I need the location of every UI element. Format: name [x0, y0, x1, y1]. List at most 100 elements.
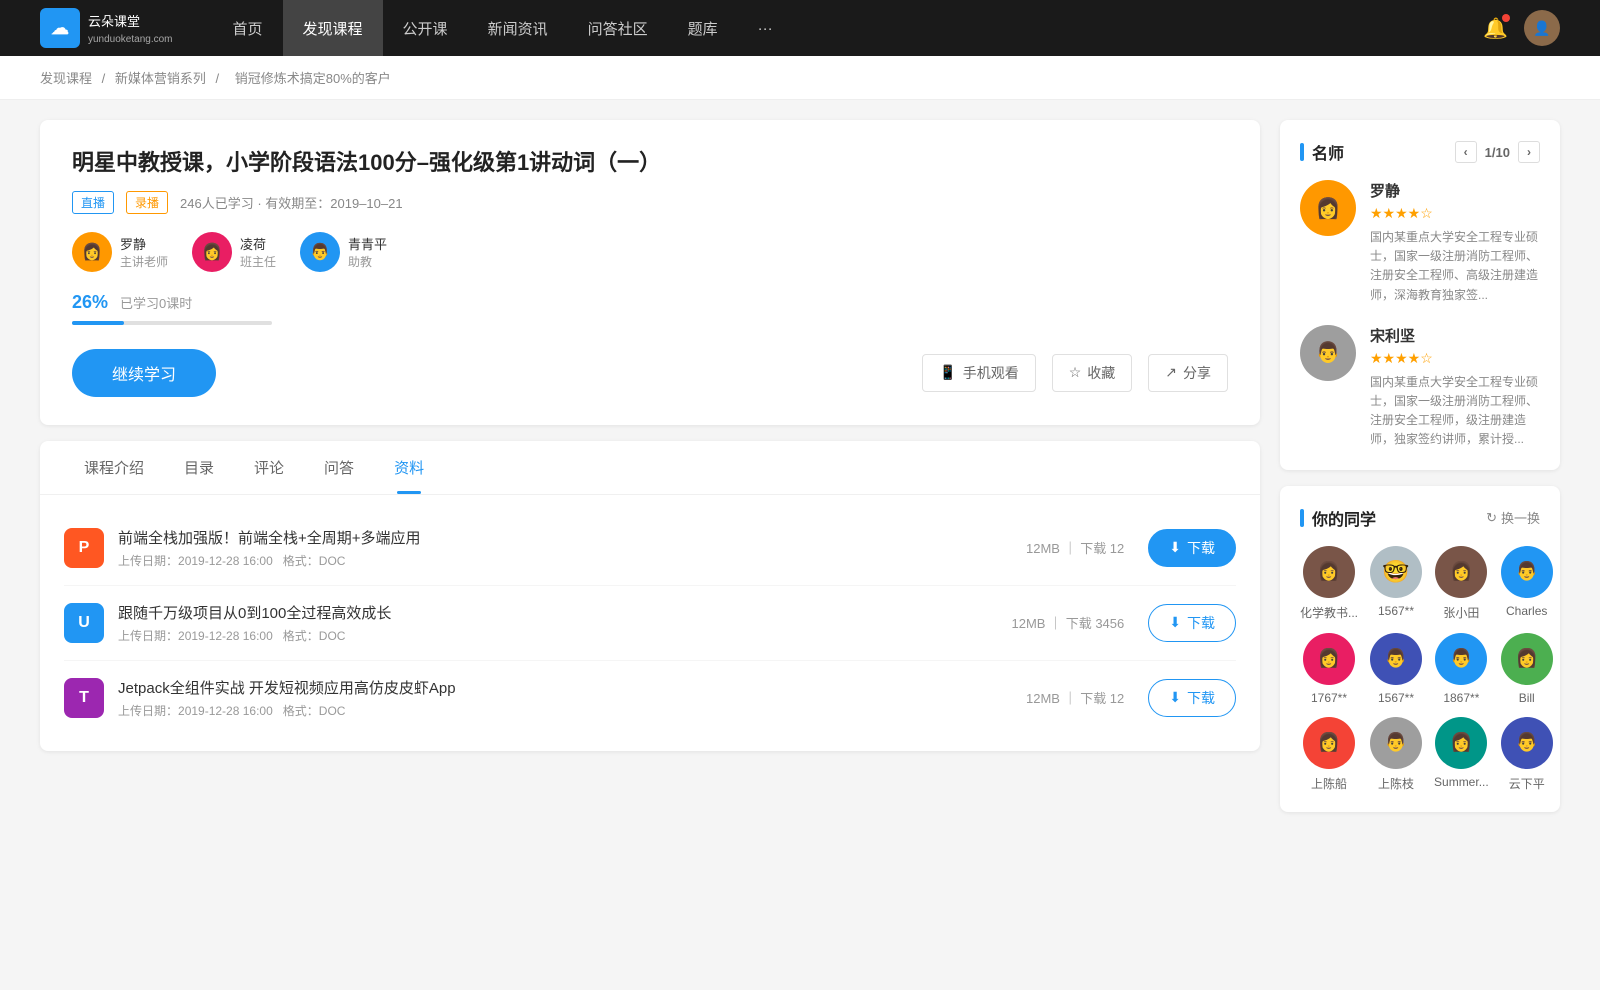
- tabs-content: P 前端全栈加强版！前端全栈+全周期+多端应用 上传日期：2019-12-28 …: [40, 495, 1260, 751]
- content-area: 明星中教授课，小学阶段语法100分–强化级第1讲动词（一） 直播 录播 246人…: [40, 120, 1260, 828]
- classmate-6[interactable]: 👨 1567**: [1370, 633, 1422, 705]
- logo[interactable]: ☁ 云朵课堂yunduoketang.com: [40, 8, 173, 48]
- classmate-5[interactable]: 👩 1767**: [1300, 633, 1358, 705]
- prev-page-button[interactable]: ‹: [1455, 141, 1477, 163]
- classmate-5-name: 1767**: [1311, 691, 1347, 705]
- classmate-11-avatar: 👩: [1435, 717, 1487, 769]
- classmate-3[interactable]: 👩 张小田: [1434, 546, 1489, 621]
- nav-item-qa[interactable]: 问答社区: [568, 0, 668, 56]
- classmate-7[interactable]: 👨 1867**: [1434, 633, 1489, 705]
- course-card: 明星中教授课，小学阶段语法100分–强化级第1讲动词（一） 直播 录播 246人…: [40, 120, 1260, 425]
- tabs-header: 课程介绍 目录 评论 问答 资料: [40, 441, 1260, 495]
- badge-live: 直播: [72, 191, 114, 214]
- user-avatar[interactable]: 👤: [1524, 10, 1560, 46]
- file-icon-2: U: [64, 603, 104, 643]
- classmate-7-name: 1867**: [1443, 691, 1479, 705]
- collect-button[interactable]: ☆ 收藏: [1052, 354, 1133, 392]
- classmate-10-avatar: 👨: [1370, 717, 1422, 769]
- download-button-3[interactable]: ⬇ 下载: [1148, 679, 1236, 717]
- tab-catalog[interactable]: 目录: [164, 441, 234, 494]
- classmates-title-bar: [1300, 509, 1304, 527]
- sidebar-teacher-1-avatar: 👩: [1300, 180, 1356, 236]
- course-stats: 246人已学习 · 有效期至：2019–10–21: [180, 193, 403, 212]
- classmate-9[interactable]: 👩 上陈船: [1300, 717, 1358, 792]
- course-meta: 直播 录播 246人已学习 · 有效期至：2019–10–21: [72, 191, 1228, 214]
- nav-item-discover[interactable]: 发现课程: [283, 0, 383, 56]
- classmate-11[interactable]: 👩 Summer...: [1434, 717, 1489, 792]
- file-name-2: 跟随千万级项目从0到100全过程高效成长: [118, 602, 1012, 623]
- teacher-3-avatar: 👨: [300, 232, 340, 272]
- file-meta-3: 上传日期：2019-12-28 16:00 格式：DOC: [118, 702, 1026, 719]
- mobile-watch-button[interactable]: 📱 手机观看: [922, 354, 1035, 392]
- course-actions: 继续学习 📱 手机观看 ☆ 收藏 ↗ 分享: [72, 349, 1228, 397]
- nav-item-more[interactable]: ···: [738, 0, 793, 56]
- classmate-8-avatar: 👩: [1501, 633, 1553, 685]
- classmate-4-avatar: 👨: [1501, 546, 1553, 598]
- classmate-11-name: Summer...: [1434, 775, 1489, 789]
- breadcrumb-current: 销冠修炼术搞定80%的客户: [235, 71, 391, 86]
- teacher-1-name: 罗静: [120, 234, 168, 253]
- classmate-12-name: 云下平: [1509, 775, 1545, 792]
- tab-comment[interactable]: 评论: [234, 441, 304, 494]
- classmate-2[interactable]: 🤓 1567**: [1370, 546, 1422, 621]
- file-icon-3: T: [64, 678, 104, 718]
- download-icon-2: ⬇: [1169, 614, 1181, 631]
- sidebar-teacher-1-stars: ★★★★☆: [1370, 205, 1540, 222]
- sidebar-classmates-card: 你的同学 ↻ 换一换 👩 化学教书... 🤓 1567** 👩: [1280, 486, 1560, 812]
- next-page-button[interactable]: ›: [1518, 141, 1540, 163]
- file-stats-3: 12MB ｜ 下载 12: [1026, 688, 1124, 707]
- classmate-10-name: 上陈枝: [1378, 775, 1414, 792]
- teacher-3: 👨 青青平 助教: [300, 232, 387, 272]
- file-item-1: P 前端全栈加强版！前端全栈+全周期+多端应用 上传日期：2019-12-28 …: [64, 511, 1236, 586]
- breadcrumb-series[interactable]: 新媒体营销系列: [115, 71, 206, 86]
- tab-qa[interactable]: 问答: [304, 441, 374, 494]
- classmate-1[interactable]: 👩 化学教书...: [1300, 546, 1358, 621]
- share-button[interactable]: ↗ 分享: [1148, 354, 1228, 392]
- badge-record: 录播: [126, 191, 168, 214]
- file-meta-1: 上传日期：2019-12-28 16:00 格式：DOC: [118, 552, 1026, 569]
- classmates-title: 你的同学: [1300, 506, 1376, 530]
- classmate-10[interactable]: 👨 上陈枝: [1370, 717, 1422, 792]
- logo-text: 云朵课堂yunduoketang.com: [88, 11, 173, 45]
- nav-item-open[interactable]: 公开课: [383, 0, 468, 56]
- continue-button[interactable]: 继续学习: [72, 349, 216, 397]
- tab-intro[interactable]: 课程介绍: [64, 441, 164, 494]
- classmate-8[interactable]: 👩 Bill: [1501, 633, 1553, 705]
- classmate-6-name: 1567**: [1378, 691, 1414, 705]
- notification-bell[interactable]: 🔔: [1483, 16, 1508, 41]
- classmate-1-avatar: 👩: [1303, 546, 1355, 598]
- progress-label: 已学习0课时: [120, 293, 192, 312]
- teachers-row: 👩 罗静 主讲老师 👩 凌荷 班主任 👨 青青平: [72, 232, 1228, 272]
- nav-item-news[interactable]: 新闻资讯: [468, 0, 568, 56]
- classmate-3-name: 张小田: [1443, 604, 1479, 621]
- nav-items: 首页 发现课程 公开课 新闻资讯 问答社区 题库 ···: [213, 0, 1484, 56]
- classmate-4[interactable]: 👨 Charles: [1501, 546, 1553, 621]
- teacher-2: 👩 凌荷 班主任: [192, 232, 276, 272]
- breadcrumb-discover[interactable]: 发现课程: [40, 71, 92, 86]
- progress-bar-fill: [72, 321, 124, 325]
- classmate-9-avatar: 👩: [1303, 717, 1355, 769]
- nav-item-home[interactable]: 首页: [213, 0, 283, 56]
- refresh-classmates-button[interactable]: ↻ 换一换: [1486, 508, 1540, 527]
- download-button-2[interactable]: ⬇ 下载: [1148, 604, 1236, 642]
- download-button-1[interactable]: ⬇ 下载: [1148, 529, 1236, 567]
- tab-materials[interactable]: 资料: [374, 441, 444, 494]
- refresh-icon: ↻: [1486, 510, 1497, 526]
- classmate-12[interactable]: 👨 云下平: [1501, 717, 1553, 792]
- teacher-2-avatar: 👩: [192, 232, 232, 272]
- course-title: 明星中教授课，小学阶段语法100分–强化级第1讲动词（一）: [72, 148, 1228, 179]
- progress-section: 26% 已学习0课时: [72, 292, 1228, 325]
- nav-item-quiz[interactable]: 题库: [668, 0, 738, 56]
- classmate-9-name: 上陈船: [1311, 775, 1347, 792]
- sidebar-teachers-title: 名师 ‹ 1/10 ›: [1300, 140, 1540, 164]
- nav-right: 🔔 👤: [1483, 10, 1560, 46]
- file-stats-1: 12MB ｜ 下载 12: [1026, 538, 1124, 557]
- classmate-4-name: Charles: [1506, 604, 1547, 618]
- file-icon-1: P: [64, 528, 104, 568]
- classmate-7-avatar: 👨: [1435, 633, 1487, 685]
- navbar: ☁ 云朵课堂yunduoketang.com 首页 发现课程 公开课 新闻资讯 …: [0, 0, 1600, 56]
- classmate-8-name: Bill: [1519, 691, 1535, 705]
- classmates-grid: 👩 化学教书... 🤓 1567** 👩 张小田 👨 Charles 👩: [1300, 546, 1540, 792]
- teacher-3-role: 助教: [348, 253, 387, 270]
- teacher-2-name: 凌荷: [240, 234, 276, 253]
